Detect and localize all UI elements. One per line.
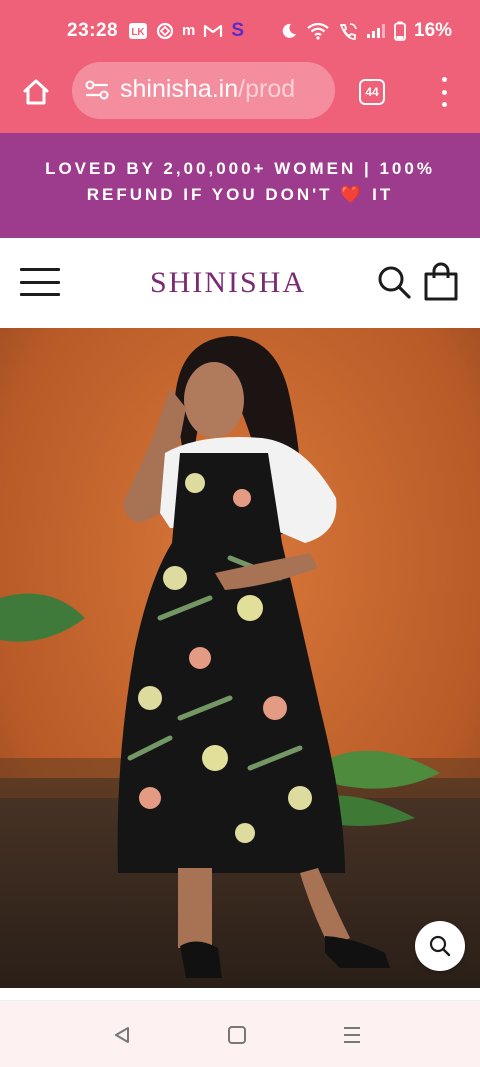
status-bar: 23:28 LK m S 16% — [0, 0, 480, 62]
system-icons: 16% — [280, 20, 452, 42]
hamburger-line — [20, 280, 60, 284]
hamburger-line — [20, 293, 60, 296]
notification-icons: LK m S — [128, 20, 244, 42]
menu-dot — [441, 102, 447, 107]
browser-toolbar: shinisha.in/prod 44 — [0, 62, 480, 133]
url-path: /prod — [238, 75, 296, 103]
moon-icon — [282, 23, 296, 38]
site-header: SHINISHA — [0, 238, 480, 328]
status-time: 23:28 — [67, 20, 119, 41]
menu-button[interactable] — [20, 268, 60, 296]
svg-text:LK: LK — [131, 27, 145, 38]
m-app-icon: m — [182, 22, 196, 39]
home-icon — [23, 79, 49, 105]
system-navigation-bar — [0, 1000, 480, 1067]
wifi-icon — [307, 22, 329, 40]
hamburger-line — [20, 268, 60, 271]
url-domain: shinisha.in — [120, 75, 239, 103]
menu-dot — [441, 89, 447, 95]
product-photo — [0, 328, 480, 988]
lk-app-icon: LK — [129, 23, 147, 39]
shopping-bag-icon — [424, 262, 458, 301]
battery-percent: 16% — [414, 20, 453, 41]
back-icon[interactable] — [112, 1025, 132, 1045]
tab-switcher-button[interactable]: 44 — [359, 79, 385, 105]
url-text[interactable]: shinisha.in/prod — [120, 75, 325, 104]
browser-menu-button[interactable] — [432, 77, 456, 107]
promo-line-1: LOVED BY 2,00,000+ WOMEN | 100% — [45, 158, 435, 178]
battery-icon — [394, 21, 406, 41]
home-button[interactable] — [18, 74, 54, 110]
site-settings-icon[interactable] — [85, 79, 109, 101]
promo-line-2: REFUND IF YOU DON'T ❤️ IT — [86, 184, 394, 204]
brand-logo[interactable]: SHINISHA — [150, 266, 306, 300]
search-button[interactable] — [376, 264, 412, 300]
zoom-image-button[interactable] — [415, 921, 465, 971]
wifi-calling-icon — [340, 23, 357, 40]
recents-icon[interactable] — [342, 1025, 362, 1045]
zoom-search-icon — [429, 935, 451, 957]
signal-icon — [367, 24, 385, 38]
promo-text: LOVED BY 2,00,000+ WOMEN | 100% REFUND I… — [20, 156, 460, 208]
s-app-icon: S — [231, 20, 245, 41]
home-nav-icon[interactable] — [228, 1026, 246, 1044]
shield-app-icon — [156, 22, 174, 40]
menu-dot — [441, 77, 447, 82]
search-icon — [378, 266, 411, 299]
gmail-icon — [204, 24, 223, 37]
address-bar[interactable]: shinisha.in/prod — [72, 62, 335, 119]
cart-button[interactable] — [423, 262, 459, 302]
promo-banner: LOVED BY 2,00,000+ WOMEN | 100% REFUND I… — [0, 133, 480, 238]
product-image[interactable] — [0, 328, 480, 988]
